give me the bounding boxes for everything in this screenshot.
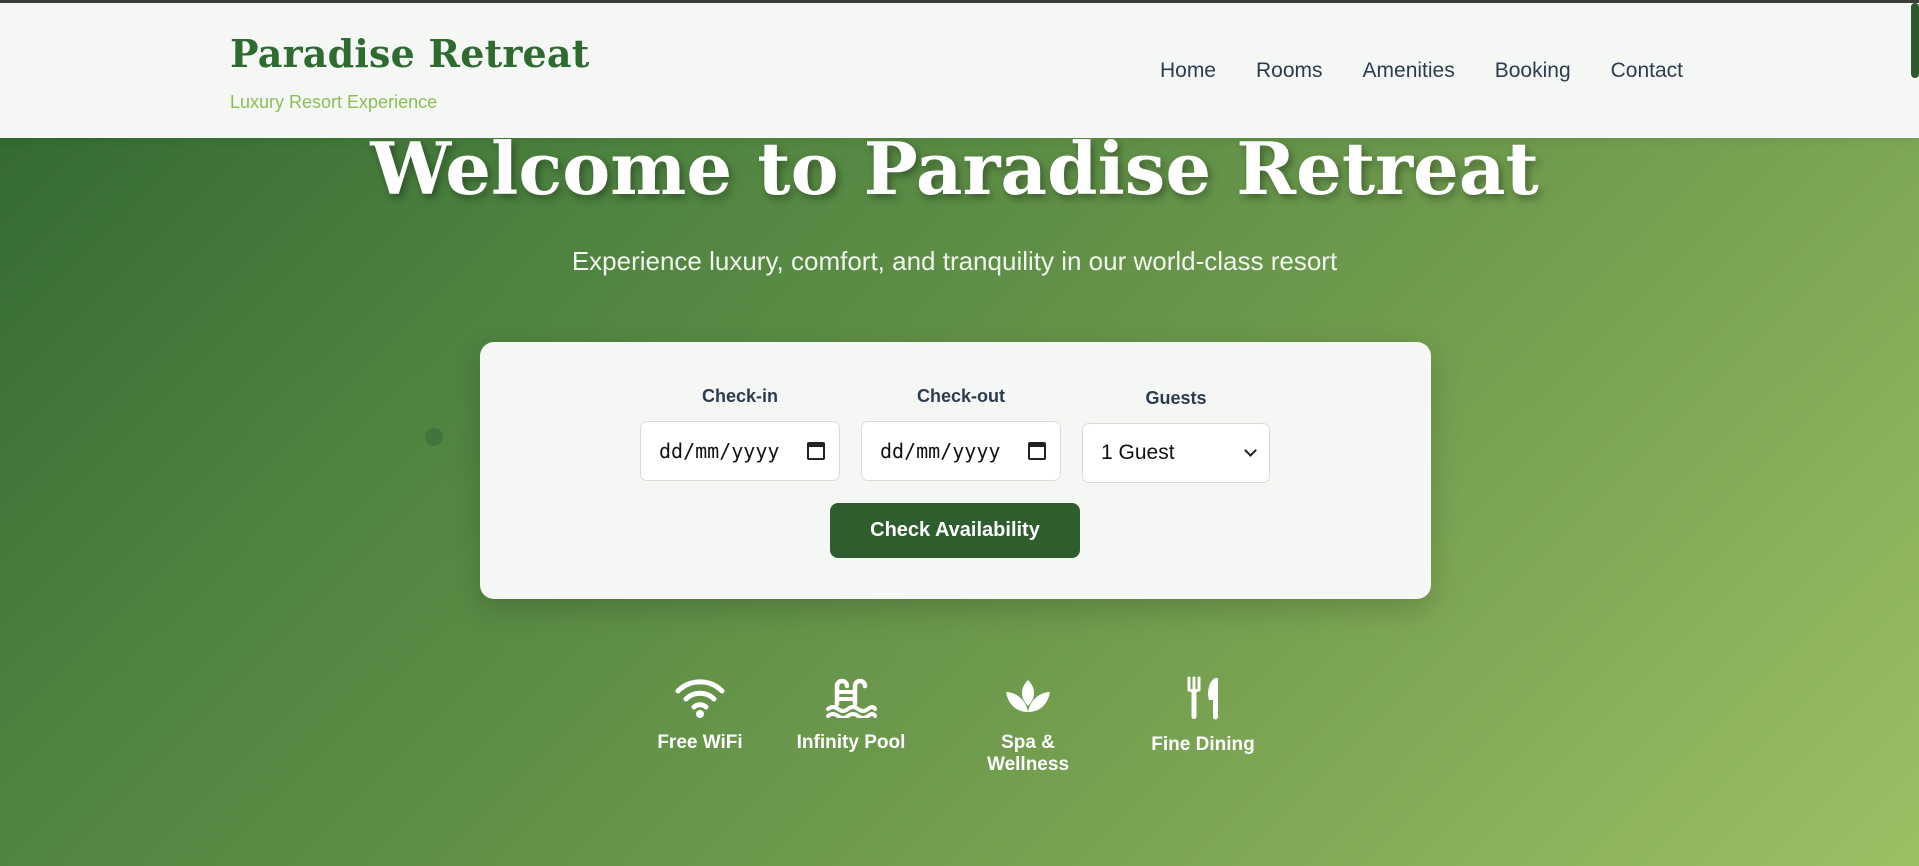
amenity-label: Free WiFi	[657, 732, 743, 753]
hero-title: Welcome to Paradise Retreat	[370, 126, 1539, 211]
checkout-field: Check-out dd/mm/yyyy	[861, 386, 1061, 481]
checkout-value: dd/mm/yyyy	[880, 439, 1001, 463]
main-nav: Home Rooms Amenities Booking Contact	[1160, 59, 1683, 83]
guests-field: Guests 1 Guest	[1082, 388, 1270, 483]
wifi-icon	[675, 679, 725, 718]
brand-subtitle: Luxury Resort Experience	[230, 92, 438, 112]
nav-home[interactable]: Home	[1160, 59, 1216, 83]
amenity-spa: Spa & Wellness	[958, 676, 1098, 776]
amenity-label: Spa & Wellness	[986, 732, 1070, 775]
amenity-label: Infinity Pool	[796, 732, 906, 753]
calendar-icon[interactable]	[807, 442, 825, 460]
booking-card: Check-in dd/mm/yyyy Check-out dd/mm/yyyy…	[480, 342, 1431, 599]
checkin-value: dd/mm/yyyy	[659, 439, 780, 463]
guests-value: 1 Guest	[1101, 441, 1175, 464]
nav-booking[interactable]: Booking	[1495, 59, 1571, 83]
checkout-input[interactable]: dd/mm/yyyy	[861, 421, 1061, 481]
nav-contact[interactable]: Contact	[1611, 59, 1683, 83]
spa-icon	[1006, 680, 1050, 712]
check-availability-button[interactable]: Check Availability	[830, 503, 1080, 558]
nav-rooms[interactable]: Rooms	[1256, 59, 1323, 83]
guests-label: Guests	[1145, 388, 1207, 408]
calendar-icon[interactable]	[1028, 442, 1046, 460]
checkin-label: Check-in	[701, 386, 779, 406]
hero-subtitle: Experience luxury, comfort, and tranquil…	[571, 246, 1338, 276]
chevron-down-icon	[1244, 444, 1257, 457]
amenity-label: Fine Dining	[1151, 734, 1255, 755]
amenity-wifi: Free WiFi	[650, 676, 750, 754]
nav-amenities[interactable]: Amenities	[1363, 59, 1455, 83]
dining-icon	[1187, 676, 1218, 720]
amenity-dining: Fine Dining	[1148, 676, 1258, 756]
checkout-label: Check-out	[916, 386, 1005, 406]
checkin-input[interactable]: dd/mm/yyyy	[640, 421, 840, 481]
guests-select[interactable]: 1 Guest	[1082, 423, 1270, 483]
decorative-dot	[425, 428, 443, 446]
checkin-field: Check-in dd/mm/yyyy	[640, 386, 840, 481]
scrollbar-thumb[interactable]	[1911, 3, 1919, 78]
brand-title[interactable]: Paradise Retreat	[230, 31, 590, 76]
top-border	[0, 0, 1919, 3]
site-header: Paradise Retreat Luxury Resort Experienc…	[0, 3, 1919, 138]
amenity-pool: Infinity Pool	[790, 676, 912, 754]
pool-icon	[826, 678, 877, 718]
